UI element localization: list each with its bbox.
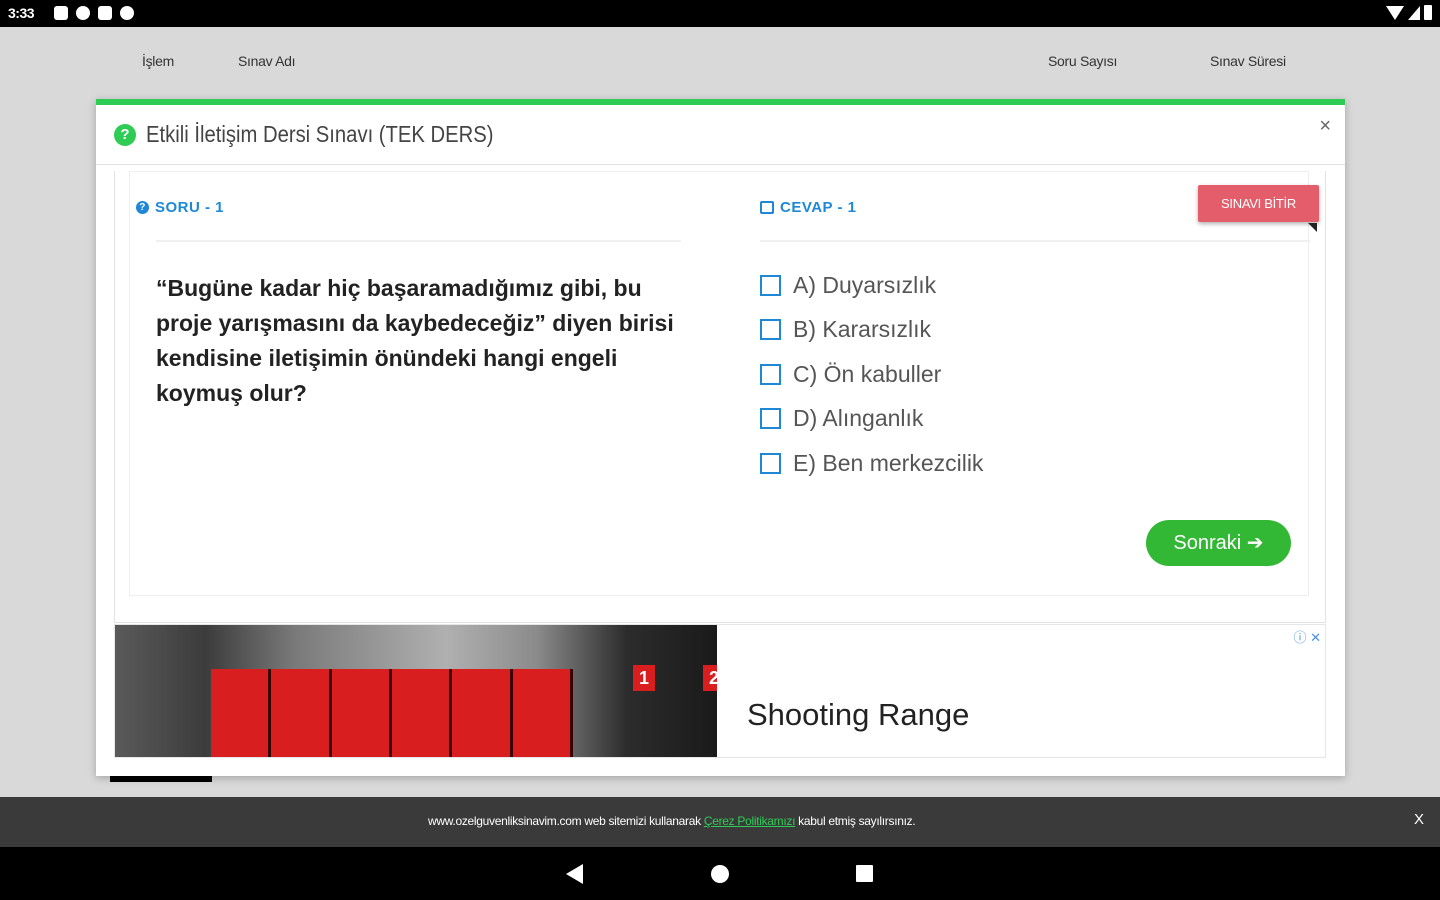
back-icon[interactable] <box>566 864 583 884</box>
question-text: “Bugüne kadar hiç başaramadığımız gibi, … <box>156 275 674 406</box>
cookie-text: www.ozelguvenliksinavim.com web sitemizi… <box>428 814 916 828</box>
cookie-policy-link[interactable]: Çerez Politikamızı <box>704 814 796 828</box>
checkbox[interactable] <box>760 408 781 430</box>
ad-title[interactable]: Shooting Range <box>747 697 969 733</box>
answer-option-b[interactable]: B) Kararsızlık <box>760 308 983 353</box>
notification-icon <box>120 6 134 20</box>
column-header-exam-name: Sınav Adı <box>238 53 296 69</box>
modal-header: ? Etkili İletişim Dersi Sınavı (TEK DERS… <box>96 105 1345 165</box>
battery-icon <box>1424 5 1432 20</box>
cookie-text-before: www.ozelguvenliksinavim.com web sitemizi… <box>428 814 704 828</box>
exam-table-header: İşlem Sınav Adı Soru Sayısı Sınav Süresi <box>0 27 1440 99</box>
option-label: A) Duyarsızlık <box>793 271 937 298</box>
exam-modal: ? Etkili İletişim Dersi Sınavı (TEK DERS… <box>96 99 1345 776</box>
ad-image-badge: 1 <box>633 665 655 691</box>
answer-option-e[interactable]: E) Ben merkezcilik <box>760 441 983 486</box>
scroll-indicator <box>110 776 212 782</box>
question-label: ? SORU - 1 <box>136 199 224 216</box>
checkbox[interactable] <box>760 452 781 474</box>
option-label: C) Ön kabuller <box>793 360 942 387</box>
ad-image-lockers <box>211 669 573 757</box>
cookie-close-button[interactable]: X <box>1414 811 1424 828</box>
answer-label: CEVAP - 1 <box>760 199 856 216</box>
column-header-question-count: Soru Sayısı <box>1048 53 1118 69</box>
next-button[interactable]: Sonraki ➔ <box>1146 520 1291 566</box>
question-icon: ? <box>136 201 149 214</box>
close-button[interactable]: × <box>1319 115 1331 138</box>
column-header-action: İşlem <box>142 53 174 69</box>
navigation-bar <box>0 847 1440 900</box>
notification-icons <box>54 6 134 20</box>
answer-option-c[interactable]: C) Ön kabuller <box>760 352 983 397</box>
modal-title: Etkili İletişim Dersi Sınavı (TEK DERS) <box>146 121 494 147</box>
cookie-notice: www.ozelguvenliksinavim.com web sitemizi… <box>0 797 1440 847</box>
ad-image-badge: 2 <box>703 665 717 691</box>
signal-icon <box>1408 5 1420 20</box>
answer-option-d[interactable]: D) Alınganlık <box>760 397 983 442</box>
question-circle-icon: ? <box>114 124 136 146</box>
checkbox[interactable] <box>760 274 781 296</box>
answer-options: A) Duyarsızlık B) Kararsızlık C) Ön kabu… <box>760 263 983 486</box>
recent-apps-icon[interactable] <box>856 865 873 882</box>
answer-option-a[interactable]: A) Duyarsızlık <box>760 263 983 308</box>
cookie-text-after: kabul etmiş sayılırsınız. <box>795 814 916 828</box>
checkbox[interactable] <box>760 363 781 385</box>
option-label: E) Ben merkezcilik <box>793 449 984 476</box>
finish-exam-button[interactable]: SINAVI BİTİR <box>1198 185 1319 222</box>
answer-divider <box>760 240 1310 242</box>
system-icons <box>1386 5 1432 20</box>
ad-image[interactable]: 1 2 <box>115 625 717 757</box>
edit-icon <box>760 201 774 214</box>
home-icon[interactable] <box>711 865 729 883</box>
notification-icon <box>54 6 68 20</box>
ad-choices-icon[interactable]: ⓘ ✕ <box>1293 627 1321 646</box>
answer-label-text: CEVAP - 1 <box>780 199 857 216</box>
option-label: B) Kararsızlık <box>793 316 932 343</box>
ribbon-fold <box>1308 223 1317 232</box>
notification-icon <box>76 6 90 20</box>
question-label-text: SORU - 1 <box>155 199 225 216</box>
column-header-exam-duration: Sınav Süresi <box>1210 53 1286 69</box>
sd-card-icon <box>98 6 112 20</box>
option-label: D) Alınganlık <box>793 405 924 432</box>
wifi-icon <box>1386 5 1404 20</box>
status-bar: 3:33 <box>0 0 1440 27</box>
ad-banner[interactable]: 1 2 Shooting Range ⓘ ✕ <box>114 624 1326 758</box>
checkbox[interactable] <box>760 319 781 341</box>
question-divider <box>156 240 681 242</box>
status-time: 3:33 <box>8 5 35 21</box>
